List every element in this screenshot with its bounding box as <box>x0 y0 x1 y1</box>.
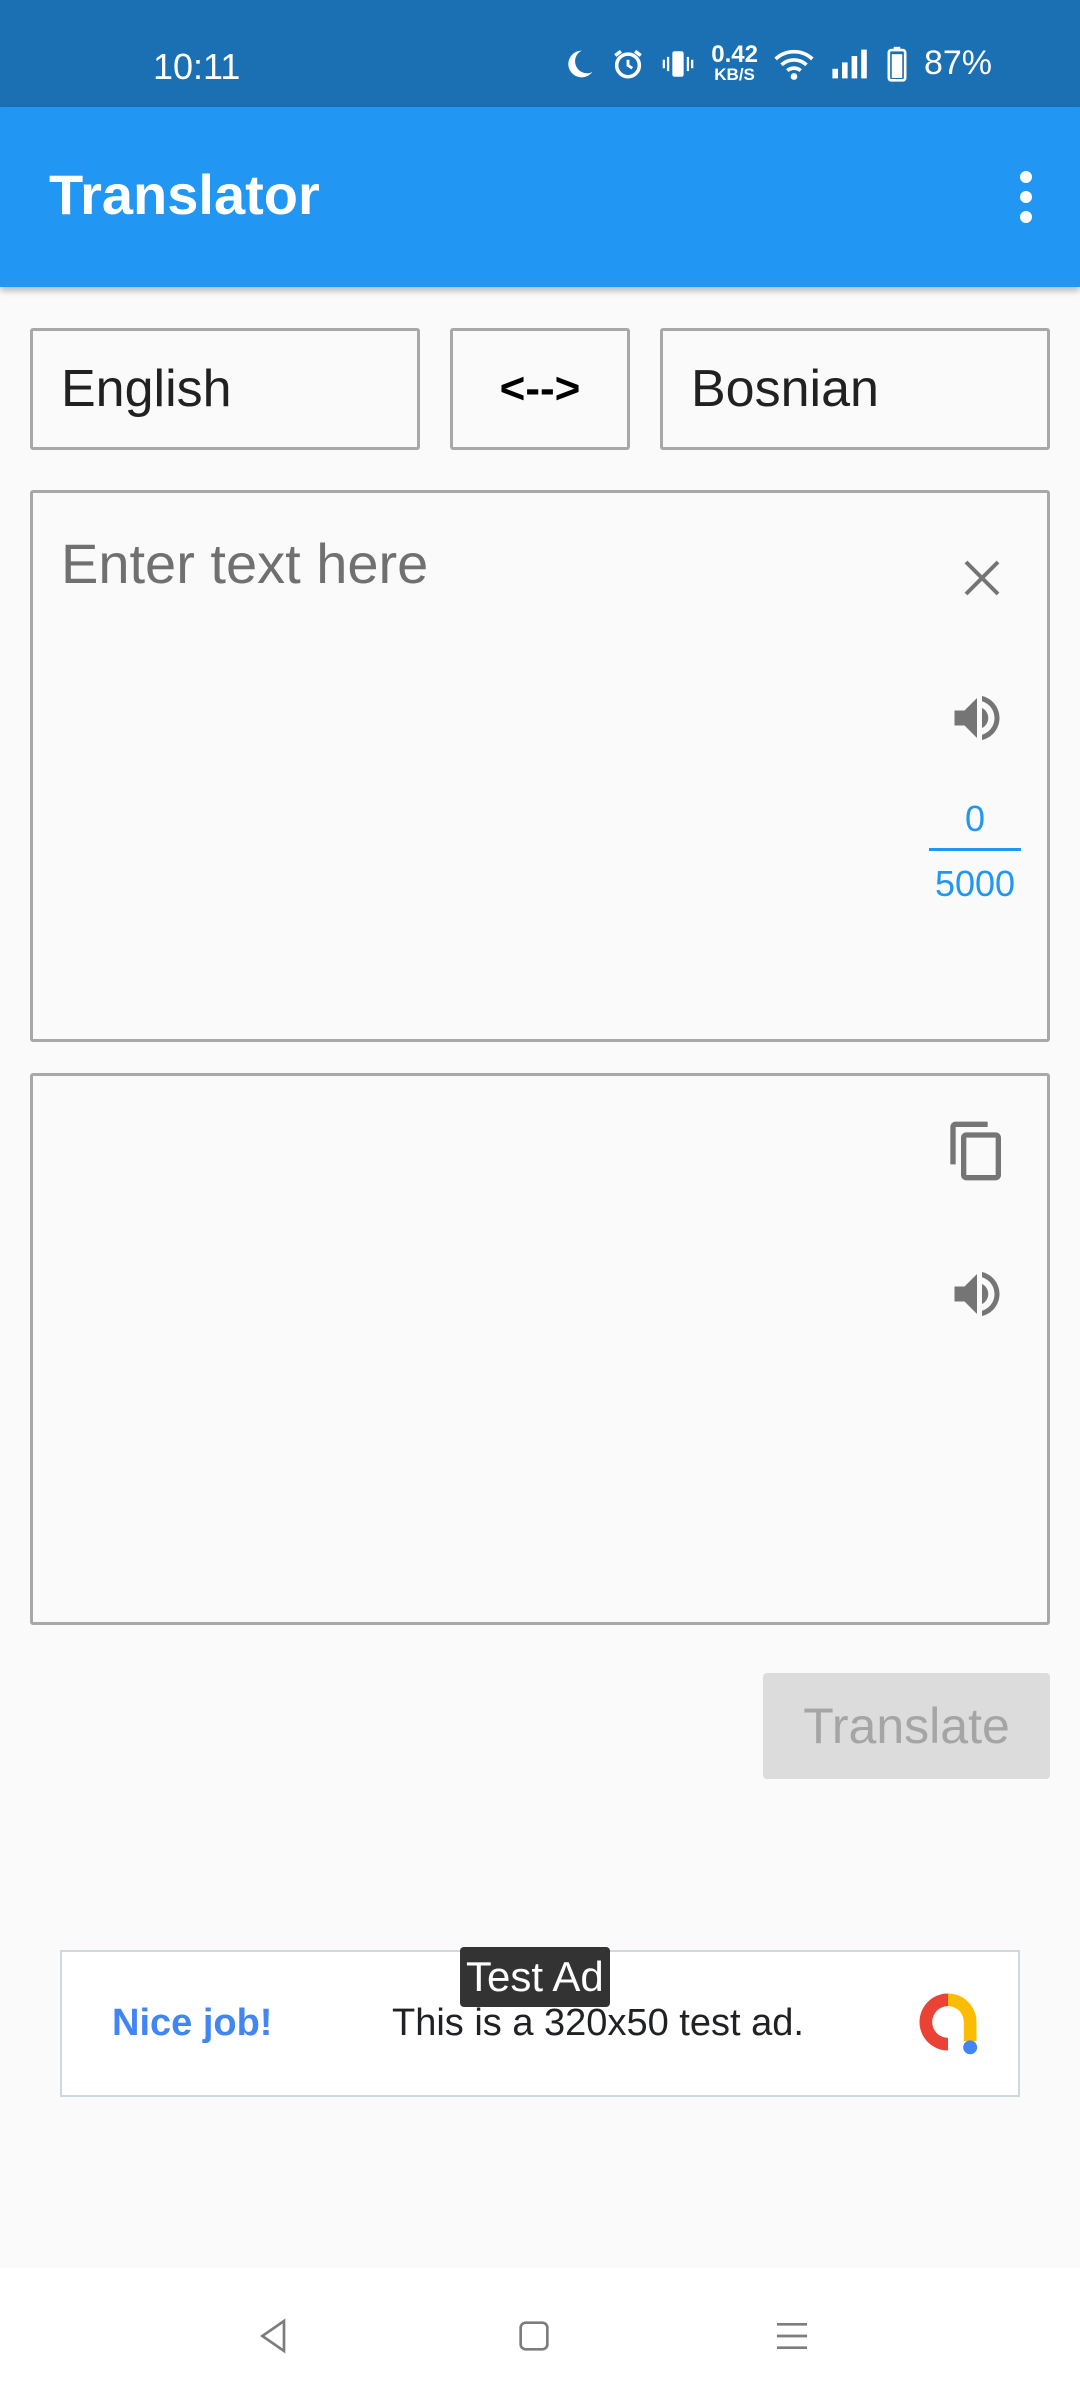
input-placeholder[interactable]: Enter text here <box>61 531 428 596</box>
recents-icon[interactable] <box>764 2308 820 2364</box>
net-speed: 0.42 KB/S <box>711 41 758 84</box>
speaker-icon[interactable] <box>937 1254 1017 1334</box>
test-ad-badge: Test Ad <box>460 1947 610 2007</box>
back-icon[interactable] <box>246 2308 302 2364</box>
moon-icon <box>563 48 595 80</box>
char-limit: 5000 <box>934 863 1016 904</box>
system-nav-bar <box>0 2268 1080 2400</box>
output-text-area[interactable] <box>30 1073 1050 1625</box>
char-count: 0 <box>929 798 1021 851</box>
close-icon[interactable] <box>947 543 1017 613</box>
swap-languages-button[interactable]: <--> <box>450 328 630 450</box>
alarm-icon <box>611 47 645 81</box>
battery-percent: 87% <box>923 44 992 82</box>
vibrate-icon <box>661 47 695 81</box>
translate-button[interactable]: Translate <box>763 1673 1050 1779</box>
ad-body: This is a 320x50 test ad. <box>392 2002 804 2044</box>
source-language-selector[interactable]: English <box>30 328 420 450</box>
ad-logo-icon <box>910 1984 986 2060</box>
status-time: 10:11 <box>153 46 241 87</box>
more-vert-icon[interactable] <box>996 157 1056 237</box>
status-icons: 0.42 KB/S 87% <box>563 41 992 84</box>
app-title: Translator <box>49 163 320 226</box>
input-text-area[interactable]: Enter text here 0 5000 <box>30 490 1050 1042</box>
status-bar: 10:11 0.42 KB/S 87% <box>0 0 1080 107</box>
app-bar: Translator <box>0 107 1080 287</box>
home-icon[interactable] <box>506 2308 562 2364</box>
copy-icon[interactable] <box>937 1111 1017 1191</box>
ad-headline: Nice job! <box>112 2002 273 2044</box>
wifi-icon <box>774 47 814 81</box>
character-counter: 0 5000 <box>929 798 1021 905</box>
speaker-icon[interactable] <box>937 678 1017 758</box>
target-language-selector[interactable]: Bosnian <box>660 328 1050 450</box>
signal-icon <box>830 48 870 80</box>
battery-icon <box>886 46 908 82</box>
